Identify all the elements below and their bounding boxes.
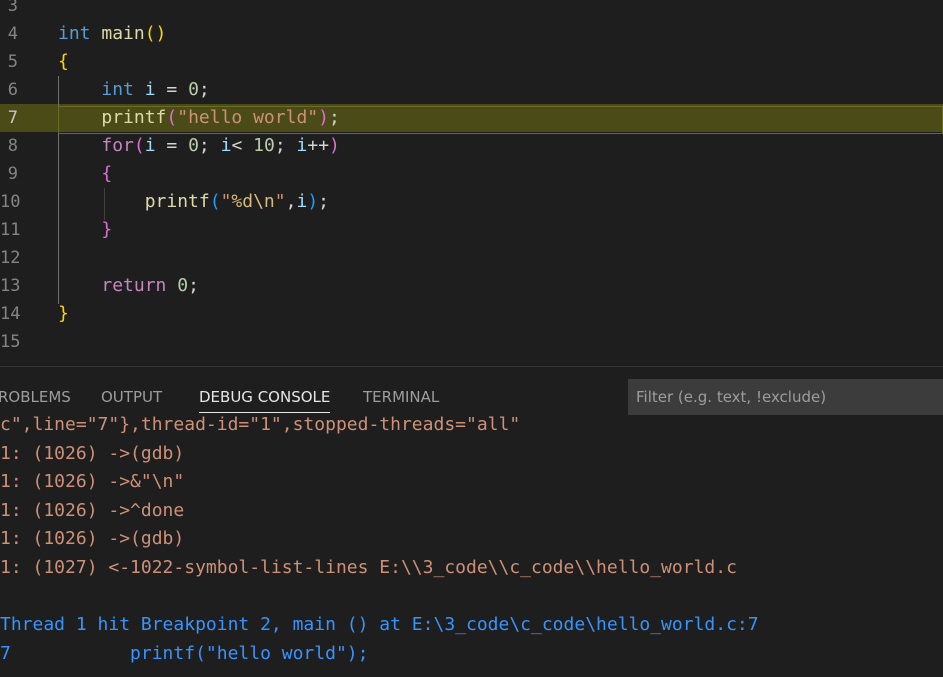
- code-line[interactable]: 5{: [0, 48, 943, 76]
- code-token: }: [101, 219, 113, 240]
- code-token: i: [144, 135, 156, 156]
- code-token: ,: [285, 191, 297, 212]
- line-number[interactable]: 6: [0, 76, 18, 104]
- code-line[interactable]: 8 for(i = 0; i< 10; i++): [0, 132, 943, 160]
- code-line[interactable]: 10 printf("%d\n",i);: [0, 188, 943, 216]
- code-token: %d\n: [231, 191, 275, 212]
- code-line[interactable]: 3: [0, 0, 943, 20]
- line-number[interactable]: 7: [0, 104, 18, 132]
- code-token: ;: [188, 275, 199, 296]
- code-token: }: [58, 303, 69, 324]
- code-line[interactable]: 12: [0, 244, 943, 272]
- tab-roblems[interactable]: ROBLEMS: [0, 367, 71, 415]
- tab-debug-console[interactable]: DEBUG CONSOLE: [199, 367, 331, 415]
- console-line: Thread 1 hit Breakpoint 2, main () at E:…: [0, 614, 759, 636]
- debug-console-output[interactable]: c",line="7"},thread-id="1",stopped-threa…: [0, 416, 943, 677]
- code-text: int main(): [58, 20, 166, 48]
- code-text: for(i = 0; i< 10; i++): [58, 132, 340, 160]
- code-text: {: [58, 160, 112, 188]
- code-text: {: [58, 48, 69, 76]
- code-line[interactable]: 13 return 0;: [0, 272, 943, 300]
- bottom-panel: ROBLEMS OUTPUT DEBUG CONSOLE TERMINAL Filte…: [0, 366, 943, 677]
- code-text: return 0;: [58, 272, 199, 300]
- code-token: 0: [188, 79, 199, 100]
- code-token: =: [155, 135, 189, 156]
- code-line[interactable]: 15: [0, 328, 943, 356]
- tab-output[interactable]: OUTPUT: [101, 367, 162, 415]
- console-line: 1: (1026) ->(gdb): [0, 528, 185, 550]
- line-number[interactable]: 8: [0, 132, 18, 160]
- console-line: 1: (1027) <-1022-symbol-list-lines E:\\3…: [0, 557, 737, 578]
- code-token: ++: [307, 135, 330, 156]
- code-token: 10: [253, 135, 275, 156]
- code-line[interactable]: 14}: [0, 300, 943, 328]
- line-number[interactable]: 9: [0, 160, 18, 188]
- code-token: return: [101, 275, 167, 296]
- line-number[interactable]: 12: [0, 244, 20, 272]
- console-line: 7 printf("hello world");: [0, 642, 369, 664]
- indent-guide: [104, 188, 105, 220]
- code-token: ;: [198, 79, 210, 100]
- code-token: int: [58, 23, 91, 44]
- code-token: (: [209, 191, 221, 212]
- code-text: }: [58, 216, 112, 244]
- code-token: ): [329, 135, 340, 156]
- code-line[interactable]: 4 int main(): [0, 20, 943, 48]
- code-text: int i = 0;: [58, 76, 210, 104]
- line-number[interactable]: 3: [0, 0, 18, 20]
- panel-tabs: ROBLEMS OUTPUT DEBUG CONSOLE TERMINAL: [0, 367, 620, 415]
- code-token: ): [307, 191, 319, 212]
- code-line[interactable]: 6 int i = 0;: [0, 76, 943, 104]
- code-token: =: [155, 79, 189, 100]
- console-line: 1: (1026) ->&"\n": [0, 471, 185, 493]
- code-token: int: [101, 79, 134, 100]
- code-line[interactable]: 11 }: [0, 216, 943, 244]
- tab-terminal[interactable]: TERMINAL: [363, 367, 439, 415]
- console-line: 1: (1026) ->^done: [0, 499, 185, 521]
- code-editor[interactable]: 3 4 int main() 5{6 int i = 0; 7 printf("hell…: [0, 0, 943, 366]
- code-token: ": [220, 191, 232, 212]
- code-token: <: [231, 135, 254, 156]
- code-token: (: [133, 135, 145, 156]
- code-text: printf("%d\n",i);: [58, 188, 329, 216]
- line-number[interactable]: 15: [0, 328, 20, 356]
- code-token: i: [296, 191, 308, 212]
- code-token: {: [58, 51, 69, 72]
- line-number[interactable]: 10: [0, 188, 20, 216]
- code-token: i: [144, 79, 156, 100]
- code-token: main: [101, 23, 145, 44]
- code-token: printf: [144, 191, 210, 212]
- current-line-highlight: [58, 106, 943, 134]
- code-token: ;: [198, 135, 221, 156]
- code-token: ;: [318, 191, 329, 212]
- line-number[interactable]: 4: [0, 20, 18, 48]
- line-number[interactable]: 11: [0, 216, 20, 244]
- code-token: 0: [177, 275, 189, 296]
- console-line: c",line="7"},thread-id="1",stopped-threa…: [0, 416, 521, 435]
- code-token: (): [144, 23, 167, 44]
- code-token: {: [101, 163, 113, 184]
- code-text: }: [58, 300, 69, 328]
- code-token: 0: [188, 135, 199, 156]
- console-line: 1: (1026) ->(gdb): [0, 442, 185, 464]
- line-number[interactable]: 14: [0, 300, 20, 328]
- line-number[interactable]: 5: [0, 48, 18, 76]
- code-token: i: [220, 135, 232, 156]
- line-number[interactable]: 13: [0, 272, 20, 300]
- code-token: i: [296, 135, 308, 156]
- code-token: ": [274, 191, 286, 212]
- filter-input[interactable]: Filter (e.g. text, !exclude): [628, 379, 943, 415]
- code-line[interactable]: 9 {: [0, 160, 943, 188]
- code-token: for: [101, 135, 134, 156]
- code-token: ;: [274, 135, 297, 156]
